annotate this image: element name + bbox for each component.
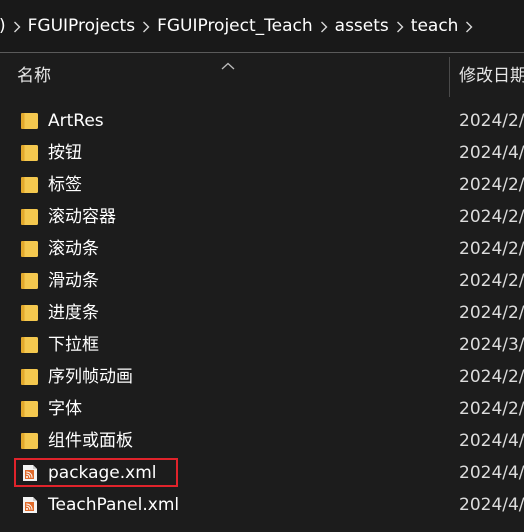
- file-name: 下拉框: [48, 335, 99, 355]
- list-item-slider[interactable]: 滑动条 2024/2/: [0, 265, 524, 297]
- file-list: ArtRes 2024/2/ 按钮 2024/4/ 标签 2024/2/ 滚动容…: [0, 105, 524, 521]
- column-divider[interactable]: [449, 57, 450, 97]
- file-explorer: ) FGUIProjects FGUIProject_Teach assets …: [0, 0, 524, 532]
- list-item-component-panel[interactable]: 组件或面板 2024/4/: [0, 425, 524, 457]
- file-name: 组件或面板: [48, 431, 133, 451]
- file-date: 2024/4/: [459, 463, 524, 483]
- file-name: 序列帧动画: [48, 367, 133, 387]
- file-date: 2024/2/: [459, 111, 524, 131]
- folder-icon: [20, 240, 40, 258]
- list-item-scroll-container[interactable]: 滚动容器 2024/2/: [0, 201, 524, 233]
- list-item-dropdown[interactable]: 下拉框 2024/3/: [0, 329, 524, 361]
- file-date: 2024/3/: [459, 335, 524, 355]
- file-date: 2024/2/: [459, 303, 524, 323]
- folder-icon: [20, 336, 40, 354]
- file-name: 滚动容器: [48, 207, 116, 227]
- file-date: 2024/4/: [459, 431, 524, 451]
- file-name: 滑动条: [48, 271, 99, 291]
- column-header-name[interactable]: 名称: [17, 53, 51, 99]
- file-name: 进度条: [48, 303, 99, 323]
- chevron-right-icon[interactable]: [458, 0, 480, 52]
- breadcrumb: ) FGUIProjects FGUIProject_Teach assets …: [0, 0, 524, 53]
- folder-icon: [20, 176, 40, 194]
- file-date: 2024/4/: [459, 495, 524, 515]
- file-name: ArtRes: [48, 111, 104, 131]
- folder-icon: [20, 368, 40, 386]
- chevron-right-icon[interactable]: [6, 0, 28, 52]
- sort-ascending-icon: [221, 55, 235, 74]
- list-item-progress-bar[interactable]: 进度条 2024/2/: [0, 297, 524, 329]
- file-name: 按钮: [48, 143, 82, 163]
- file-name: 标签: [48, 175, 82, 195]
- chevron-right-icon[interactable]: [389, 0, 411, 52]
- column-header: 名称 修改日期: [0, 53, 524, 99]
- file-date: 2024/2/: [459, 271, 524, 291]
- folder-icon: [20, 208, 40, 226]
- file-name: 滚动条: [48, 239, 99, 259]
- list-item-buttons[interactable]: 按钮 2024/4/: [0, 137, 524, 169]
- file-name: 字体: [48, 399, 82, 419]
- list-item-font[interactable]: 字体 2024/2/: [0, 393, 524, 425]
- file-date: 2024/2/: [459, 367, 524, 387]
- breadcrumb-item-assets[interactable]: assets: [335, 0, 389, 52]
- folder-icon: [20, 400, 40, 418]
- rss-xml-file-icon: [20, 496, 40, 514]
- breadcrumb-item-fguiprojects[interactable]: FGUIProjects: [28, 0, 135, 52]
- file-date: 2024/2/: [459, 175, 524, 195]
- column-header-date-modified[interactable]: 修改日期: [459, 53, 524, 99]
- file-date: 2024/2/: [459, 239, 524, 259]
- list-item-artres[interactable]: ArtRes 2024/2/: [0, 105, 524, 137]
- list-item-package-xml[interactable]: package.xml 2024/4/: [0, 457, 524, 489]
- breadcrumb-item-teach[interactable]: teach: [411, 0, 459, 52]
- folder-icon: [20, 112, 40, 130]
- list-item-labels[interactable]: 标签 2024/2/: [0, 169, 524, 201]
- rss-xml-file-icon: [20, 464, 40, 482]
- file-date: 2024/2/: [459, 207, 524, 227]
- file-name: package.xml: [48, 463, 157, 483]
- folder-icon: [20, 304, 40, 322]
- folder-icon: [20, 432, 40, 450]
- chevron-right-icon[interactable]: [135, 0, 157, 52]
- folder-icon: [20, 144, 40, 162]
- chevron-right-icon[interactable]: [313, 0, 335, 52]
- file-date: 2024/2/: [459, 399, 524, 419]
- list-item-frame-animation[interactable]: 序列帧动画 2024/2/: [0, 361, 524, 393]
- file-date: 2024/4/: [459, 143, 524, 163]
- list-item-teachpanel-xml[interactable]: TeachPanel.xml 2024/4/: [0, 489, 524, 521]
- breadcrumb-item-fguiproject-teach[interactable]: FGUIProject_Teach: [157, 0, 313, 52]
- list-item-scrollbar[interactable]: 滚动条 2024/2/: [0, 233, 524, 265]
- folder-icon: [20, 272, 40, 290]
- file-name: TeachPanel.xml: [48, 495, 180, 515]
